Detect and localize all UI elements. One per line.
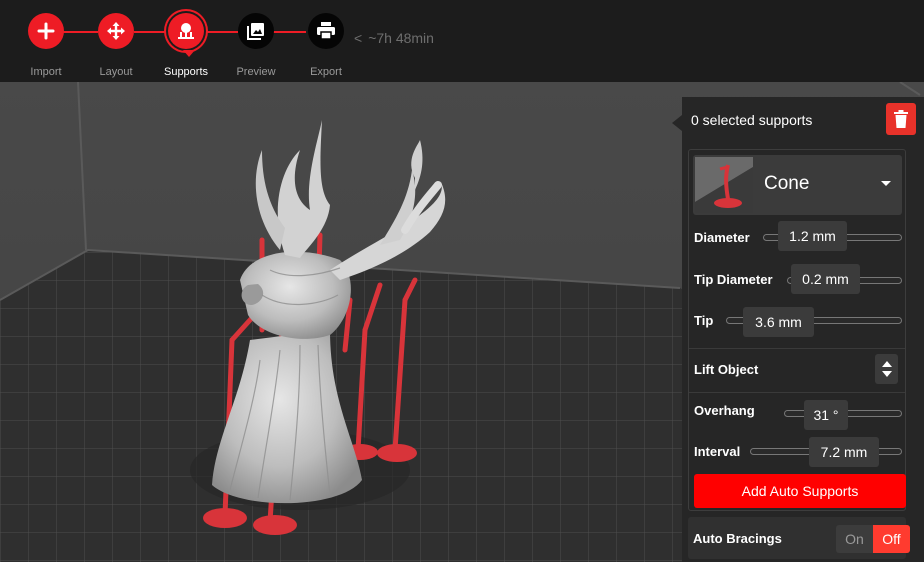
add-auto-supports-button[interactable]: Add Auto Supports [694, 474, 906, 508]
diameter-value[interactable]: 1.2 mm [778, 221, 847, 251]
caret-down-icon [881, 181, 891, 186]
connector-preview-export [272, 31, 306, 33]
arrow-down-icon [881, 371, 892, 377]
print-time-estimate: < ~7h 48min [354, 30, 434, 46]
supports-panel: 0 selected supports Cone Diameter 1.2 mm… [682, 97, 924, 562]
step-label: Import [30, 66, 62, 78]
active-step-pointer [183, 50, 195, 57]
overhang-value[interactable]: 31 ° [804, 400, 848, 430]
support-type-value: Cone [764, 173, 810, 194]
support-settings: Cone Diameter 1.2 mm Tip Diameter 0.2 mm… [688, 149, 906, 511]
step-label: Supports [163, 66, 209, 78]
lift-object-stepper[interactable] [875, 354, 898, 384]
cone-support-thumbnail [695, 157, 753, 213]
tip-diameter-value[interactable]: 0.2 mm [791, 264, 860, 294]
auto-bracings-label: Auto Bracings [693, 531, 782, 546]
step-supports[interactable]: Supports [164, 13, 208, 78]
supports-icon [168, 13, 204, 49]
workflow-toolbar: Import Layout Supports Preview Export < … [0, 0, 924, 82]
printer-icon [308, 13, 344, 49]
divider [689, 348, 905, 349]
step-export[interactable]: Export [306, 13, 346, 78]
interval-value[interactable]: 7.2 mm [809, 437, 879, 467]
panel-pointer [672, 115, 682, 131]
connector-supports-preview [202, 31, 238, 33]
move-arrows-icon [98, 13, 134, 49]
step-label: Layout [99, 66, 133, 78]
step-import[interactable]: Import [26, 13, 66, 78]
connector-layout-supports [134, 31, 168, 33]
step-preview[interactable]: Preview [236, 13, 276, 78]
tip-diameter-label: Tip Diameter [694, 272, 773, 287]
auto-bracings-row: Auto Bracings On Off [688, 517, 910, 559]
tip-value[interactable]: 3.6 mm [743, 307, 814, 337]
selected-supports-count: 0 selected supports [691, 112, 813, 128]
auto-bracings-toggle[interactable]: On Off [836, 525, 910, 553]
divider [689, 392, 905, 393]
image-icon [238, 13, 274, 49]
toggle-on-option[interactable]: On [836, 525, 873, 553]
step-layout[interactable]: Layout [96, 13, 136, 78]
tip-label: Tip [694, 313, 714, 328]
step-label: Export [310, 66, 342, 78]
plus-icon [28, 13, 64, 49]
toggle-off-option[interactable]: Off [873, 525, 910, 553]
diameter-label: Diameter [694, 230, 750, 245]
overhang-label: Overhang [694, 403, 755, 418]
lift-object-label: Lift Object [694, 362, 759, 377]
interval-label: Interval [694, 444, 741, 459]
arrow-up-icon [881, 361, 892, 367]
step-label: Preview [236, 66, 276, 78]
support-type-dropdown[interactable]: Cone [693, 155, 902, 215]
print-time-value: ~7h 48min [368, 30, 434, 46]
trash-icon [894, 110, 908, 128]
delete-supports-button[interactable] [886, 103, 916, 135]
chevron-left-icon: < [354, 30, 363, 46]
